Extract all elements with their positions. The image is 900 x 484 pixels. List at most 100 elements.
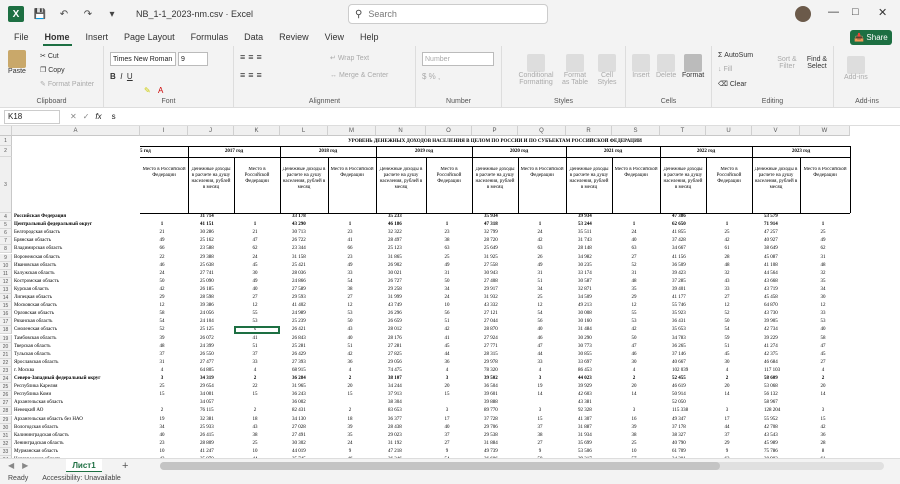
column-header[interactable]: I [140,126,188,136]
row-header[interactable]: 27 [0,399,12,408]
minimize-icon[interactable]: — [828,6,839,18]
row-header[interactable]: 15 [0,302,12,311]
tab-formulas[interactable]: Formulas [189,32,231,42]
format-cells-button[interactable]: Format [682,54,704,79]
next-sheet-icon[interactable]: ▶ [22,461,28,470]
column-header[interactable]: Q [518,126,566,136]
row-header[interactable]: 25 [0,383,12,392]
sheet-tab[interactable]: Лист1 [66,459,102,473]
row-header[interactable]: 24 [0,375,12,384]
row-header[interactable]: 30 [0,423,12,432]
sort-filter-button[interactable]: Sort & Filter [774,56,800,70]
tab-home[interactable]: Home [42,32,72,46]
column-header[interactable]: P [472,126,518,136]
row-header[interactable]: 26 [0,391,12,400]
number-format-select[interactable]: Number [422,52,494,66]
row-header[interactable]: 9 [0,253,12,262]
bold-button[interactable]: B I U [110,72,133,81]
column-header[interactable]: L [280,126,328,136]
column-header[interactable]: M [328,126,376,136]
enter-formula-icon[interactable]: ✓ [83,112,90,121]
avatar[interactable] [795,6,811,22]
row-header[interactable]: 12 [0,277,12,286]
column-header[interactable]: A [12,126,140,136]
row-header[interactable]: 21 [0,350,12,359]
font-color-icon[interactable]: A [158,86,163,95]
row-header[interactable]: 4 [0,213,12,222]
insert-cells-button[interactable]: Insert [632,54,650,79]
column-header[interactable]: U [706,126,752,136]
addins-button[interactable]: Add-ins [844,56,868,81]
formula-input[interactable]: s [112,112,116,121]
tab-view[interactable]: View [323,32,346,42]
customize-qat-icon[interactable]: ▾ [104,6,120,22]
row-header[interactable]: 31 [0,431,12,440]
column-header[interactable]: V [752,126,800,136]
spreadsheet-grid[interactable]: A I J K L M N O P Q R S T U V W 1 2 3 4 5 6 7 8 9 10 11 12 13 14 15 16 1… [0,126,900,458]
row-header[interactable]: 13 [0,285,12,294]
row-header[interactable]: 7 [0,237,12,246]
maximize-icon[interactable]: □ [852,6,859,18]
column-header[interactable]: R [566,126,612,136]
tab-insert[interactable]: Insert [84,32,111,42]
find-select-button[interactable]: Find & Select [802,56,832,70]
paste-button[interactable]: Paste [8,50,26,75]
font-name-select[interactable]: Times New Roman [110,52,176,66]
row-header[interactable]: 1 [0,136,12,146]
row-header[interactable]: 6 [0,229,12,238]
row-header[interactable]: 17 [0,318,12,327]
row-header[interactable]: 28 [0,407,12,416]
tab-data[interactable]: Data [242,32,265,42]
cancel-formula-icon[interactable]: ✕ [70,112,77,121]
name-box[interactable]: K18 [4,109,60,124]
add-sheet-button[interactable]: + [122,460,128,472]
column-header[interactable]: W [800,126,850,136]
tab-review[interactable]: Review [277,32,311,42]
undo-icon[interactable]: ↶ [56,6,72,22]
redo-icon[interactable]: ↷ [80,6,96,22]
close-icon[interactable]: ✕ [878,6,887,19]
row-header[interactable]: 19 [0,334,12,343]
clear-button[interactable]: ⌫ Clear [718,80,747,89]
share-button[interactable]: 📥 Share [850,30,892,45]
prev-sheet-icon[interactable]: ◀ [8,461,14,470]
select-all-corner[interactable] [0,126,12,136]
cell-styles-button[interactable]: Cell Styles [594,54,620,86]
cut-button[interactable]: ✂ Cut [40,52,59,61]
fill-button[interactable]: ↓ Fill [718,66,732,73]
merge-center-button[interactable]: ↔ Merge & Center [330,72,388,79]
row-header[interactable]: 29 [0,415,12,424]
align-icons[interactable]: ≡≡≡ [240,52,265,62]
row-header[interactable]: 8 [0,245,12,254]
scroll-thumb[interactable] [160,462,720,470]
currency-icon[interactable]: $ % , [422,72,440,81]
horizontal-align-icons[interactable]: ≡≡≡ [240,70,265,80]
row-header[interactable]: 10 [0,261,12,270]
column-header[interactable]: O [426,126,472,136]
copy-button[interactable]: ❐ Copy [40,66,65,75]
tab-help[interactable]: Help [358,32,381,42]
row-header[interactable]: 14 [0,294,12,303]
accessibility-status[interactable]: Accessibility: Unavailable [42,475,121,482]
row-header[interactable]: 20 [0,342,12,351]
delete-cells-button[interactable]: Delete [656,54,676,79]
column-header[interactable]: S [612,126,660,136]
row-header[interactable]: 5 [0,221,12,230]
row-header[interactable]: 11 [0,269,12,278]
row-header[interactable]: 22 [0,358,12,367]
format-painter-button[interactable]: ✎ Format Painter [40,80,94,89]
row-header[interactable]: 16 [0,310,12,319]
tab-file[interactable]: File [12,32,31,42]
tab-page-layout[interactable]: Page Layout [122,32,177,42]
row-header[interactable]: 32 [0,439,12,448]
row-header[interactable]: 2 [0,146,12,157]
row-header[interactable]: 33 [0,447,12,456]
row-header[interactable]: 3 [0,157,12,213]
row-header[interactable]: 23 [0,366,12,375]
wrap-text-button[interactable]: ↵ Wrap Text [330,54,369,63]
conditional-formatting-button[interactable]: Conditional Formatting [514,54,558,86]
save-icon[interactable]: 💾 [32,6,48,22]
search-box[interactable]: ⚲ Search [348,4,548,24]
highlight-icon[interactable]: ✎ [144,86,151,95]
row-header[interactable]: 18 [0,326,12,335]
